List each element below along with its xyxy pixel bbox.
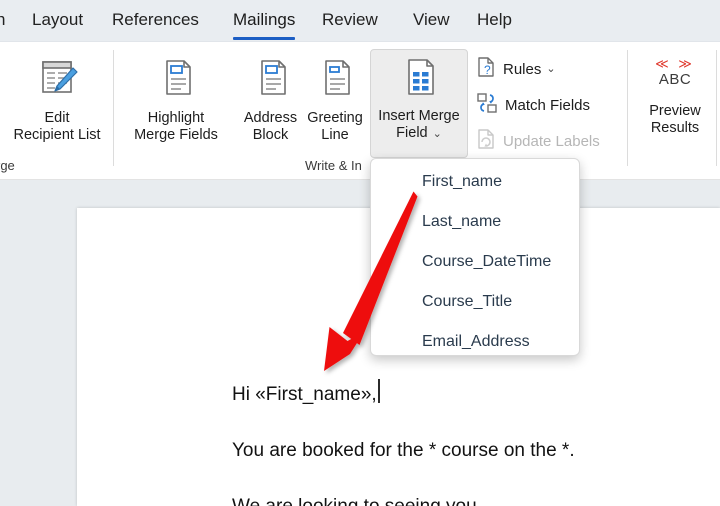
button-label-line2: Merge Fields: [134, 127, 218, 143]
chevron-down-icon[interactable]: ⌄: [546, 63, 555, 75]
document-canvas: Hi «First_name», You are booked for the …: [0, 180, 720, 506]
tab-clipped-left[interactable]: n: [0, 5, 7, 37]
document-line-closing: We are looking to seeing you.: [232, 496, 482, 506]
button-label-line1: Edit: [44, 110, 70, 126]
match-fields-label: Match Fields: [505, 96, 591, 114]
group-separator: [716, 50, 717, 166]
preview-results-button[interactable]: ≪ ≫ ABC Preview Results: [636, 50, 714, 166]
match-fields-button[interactable]: Match Fields: [476, 92, 590, 118]
button-label-text: Field: [396, 125, 428, 141]
word-mail-merge-screen: n Layout References Mailings Review View…: [0, 0, 720, 506]
tab-label: View: [413, 10, 450, 29]
rules-label: Rules: [503, 60, 542, 78]
text-cursor: [378, 379, 380, 403]
insert-merge-field-menu[interactable]: First_name Last_name Course_DateTime Cou…: [370, 158, 580, 356]
rules-button[interactable]: ? Rules ⌄: [476, 56, 556, 82]
tab-help[interactable]: Help: [475, 5, 514, 37]
ribbon: Edit Recipient List Highlight Merge Fiel: [0, 42, 720, 180]
double-chevron-icon: ≪ ≫: [655, 56, 695, 71]
highlight-fields-icon: [120, 56, 232, 105]
abc-text-icon: ABC: [658, 71, 692, 88]
group-separator: [627, 50, 628, 166]
button-label-line1: Address: [243, 110, 298, 126]
update-labels-icon: [476, 128, 496, 155]
update-labels-label: Update Labels: [503, 132, 600, 150]
menu-item-email-address[interactable]: Email_Address: [371, 322, 579, 355]
tab-label: n: [0, 10, 6, 29]
menu-item-last-name[interactable]: Last_name: [371, 202, 579, 242]
abc-preview-icon: ≪ ≫ ABC: [647, 56, 703, 88]
button-label-line2: Results: [650, 120, 700, 136]
document-line-greeting: Hi «First_name»,: [232, 384, 377, 405]
address-block-button[interactable]: Address Block: [233, 50, 308, 166]
tab-layout[interactable]: Layout: [30, 5, 85, 37]
tab-view[interactable]: View: [411, 5, 452, 37]
tab-references[interactable]: References: [110, 5, 201, 37]
tab-label: Help: [477, 10, 512, 29]
button-label-line2: Block: [252, 127, 289, 143]
tab-label: References: [112, 10, 199, 29]
edit-recipient-list-button[interactable]: Edit Recipient List: [3, 50, 111, 166]
ribbon-tab-strip: n Layout References Mailings Review View…: [0, 0, 720, 42]
menu-item-course-datetime[interactable]: Course_DateTime: [371, 242, 579, 282]
rules-page-icon: ?: [476, 56, 496, 83]
button-label-line1: Greeting: [307, 110, 363, 126]
insert-merge-field-button[interactable]: Insert Merge Field ⌄: [370, 49, 468, 158]
insert-merge-field-icon: [371, 56, 467, 105]
button-label-line1: Insert Merge: [378, 108, 460, 124]
svg-text:?: ?: [484, 63, 491, 77]
button-label-line1: Preview: [649, 103, 701, 119]
greeting-line-icon: [300, 56, 370, 105]
tab-label: Layout: [32, 10, 84, 29]
button-label-line2: Recipient List: [13, 127, 101, 143]
recipient-list-icon: [3, 56, 111, 105]
button-label-line1: Highlight: [147, 110, 205, 126]
document-line-booking: You are booked for the * course on the *…: [232, 440, 575, 461]
menu-item-course-title[interactable]: Course_Title: [371, 282, 579, 322]
tab-label: Mailings: [233, 5, 296, 40]
group-label-merge: rge: [0, 158, 15, 173]
highlight-merge-fields-button[interactable]: Highlight Merge Fields: [120, 50, 232, 166]
button-label-line2: Field ⌄: [371, 125, 467, 142]
button-label-line2: Line: [321, 127, 349, 143]
match-fields-icon: [476, 92, 498, 119]
group-label-write-insert: Write & In: [305, 158, 362, 173]
tab-label: Review: [322, 10, 378, 29]
chevron-down-icon[interactable]: ⌄: [433, 128, 442, 140]
menu-item-first-name[interactable]: First_name: [371, 162, 579, 202]
tab-review[interactable]: Review: [320, 5, 380, 37]
greeting-line-button[interactable]: Greeting Line: [300, 50, 370, 166]
update-labels-button: Update Labels: [476, 128, 600, 154]
address-block-icon: [233, 56, 308, 105]
group-separator: [113, 50, 114, 166]
tab-mailings[interactable]: Mailings: [231, 5, 297, 40]
